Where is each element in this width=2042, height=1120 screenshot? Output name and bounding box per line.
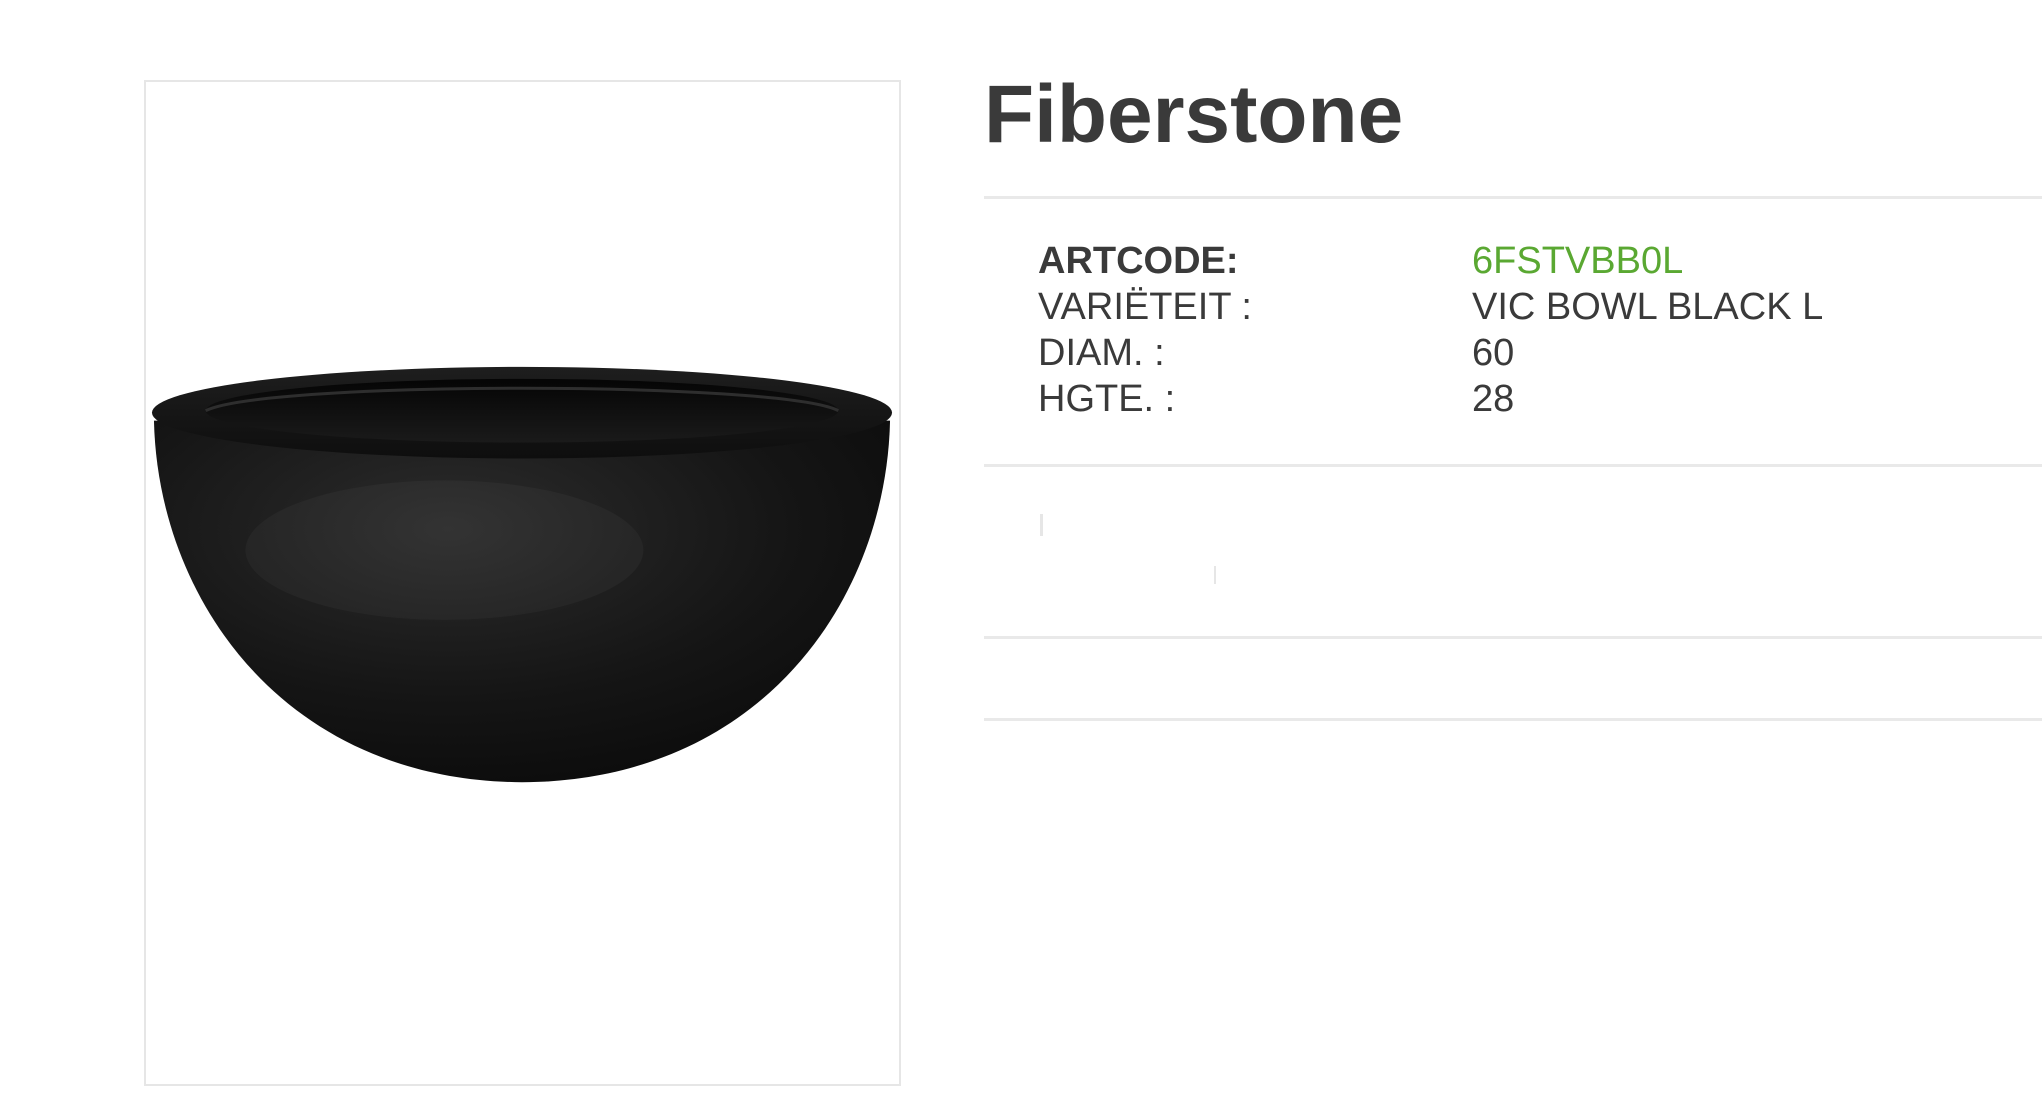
spec-value-diameter: 60 xyxy=(1472,332,1515,374)
bowl-planter-image xyxy=(151,366,893,783)
divider xyxy=(984,718,2042,721)
divider xyxy=(984,464,2042,467)
spec-label-height: HGTE. : xyxy=(1038,378,1176,420)
product-title: Fiberstone xyxy=(984,69,1404,160)
spec-label-artcode: ARTCODE: xyxy=(1038,240,1239,282)
spec-label-diameter: DIAM. : xyxy=(1038,332,1165,374)
faint-mark xyxy=(1214,566,1216,584)
product-image-frame xyxy=(144,80,901,1086)
spec-value-height: 28 xyxy=(1472,378,1515,420)
spec-value-variety: VIC BOWL BLACK L xyxy=(1472,286,1824,328)
spec-value-artcode: 6FSTVBB0L xyxy=(1472,240,1684,282)
spec-label-variety: VARIËTEIT : xyxy=(1038,286,1252,328)
divider xyxy=(984,636,2042,639)
faint-mark xyxy=(1040,514,1043,536)
divider xyxy=(984,196,2042,199)
